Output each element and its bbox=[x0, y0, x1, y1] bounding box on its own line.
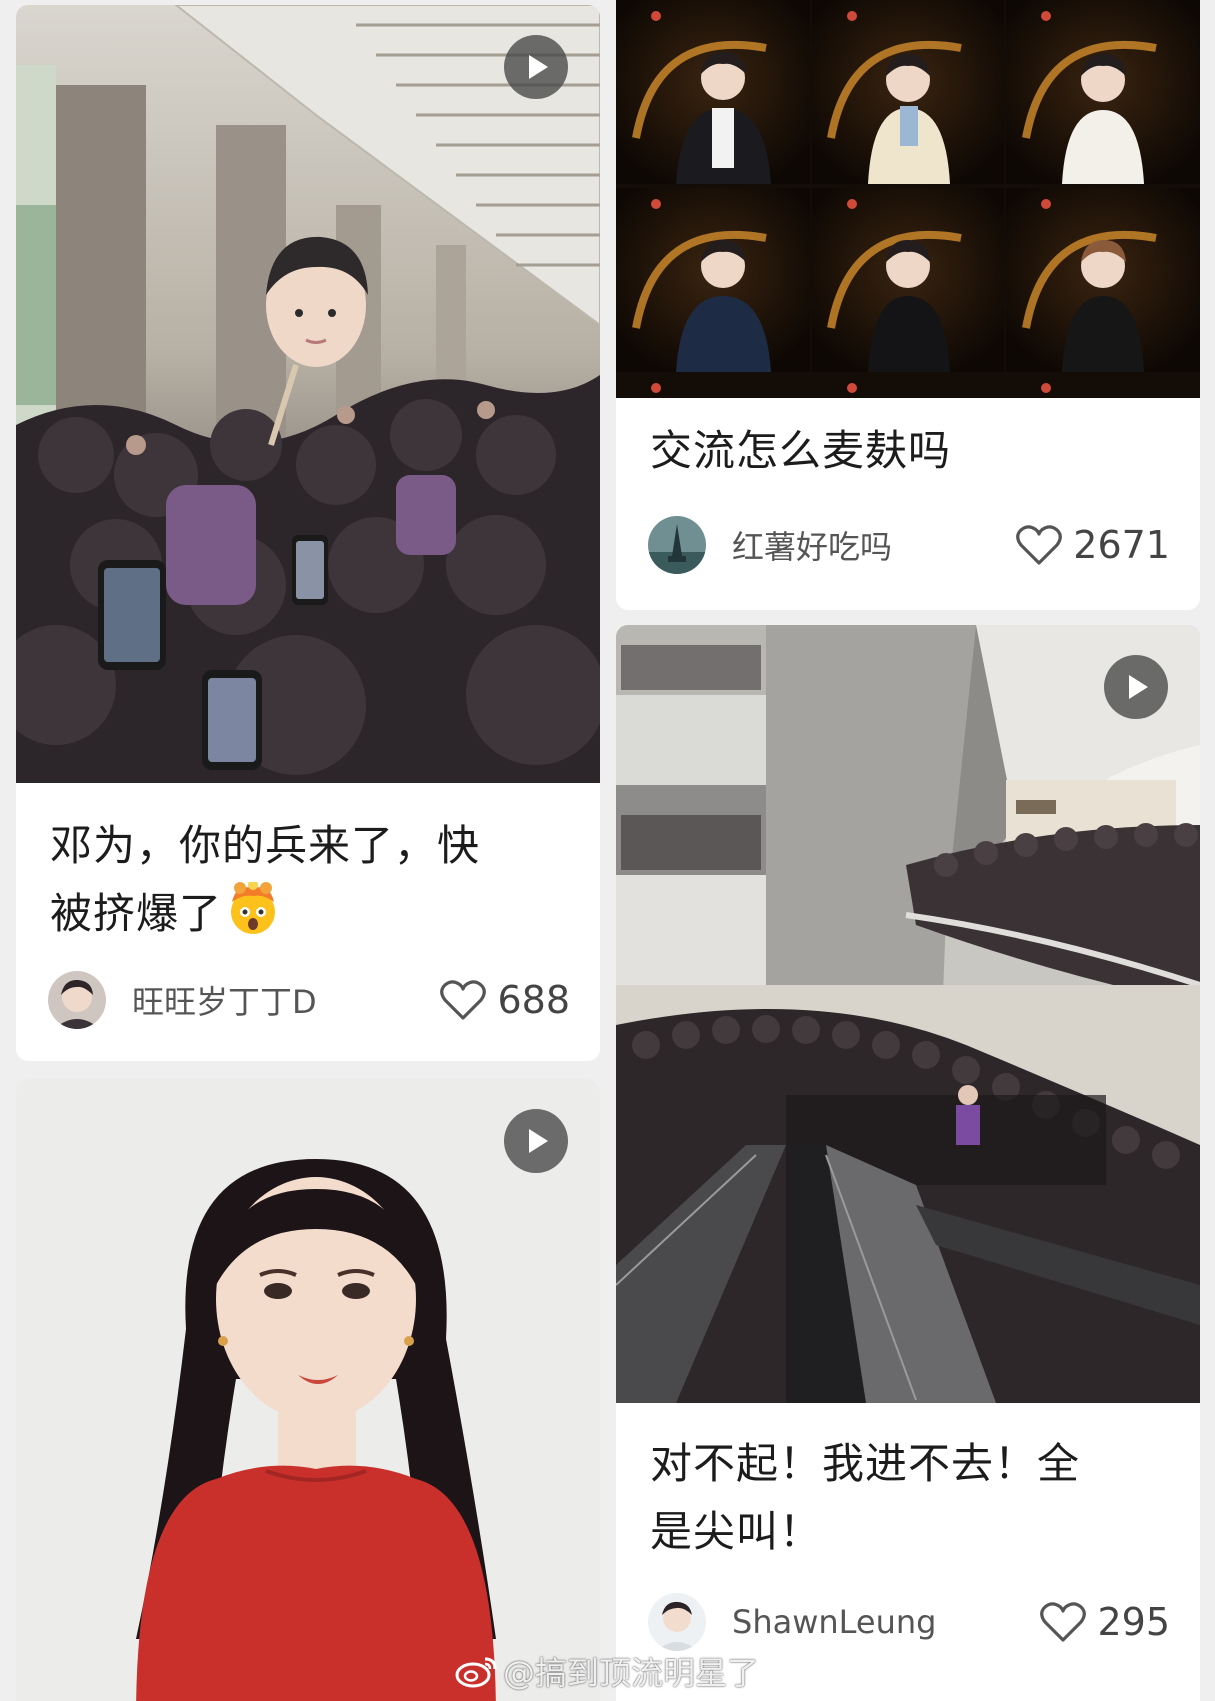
post-meta: 红薯好吃吗 2671 bbox=[648, 515, 1170, 575]
like-count: 295 bbox=[1097, 1600, 1170, 1644]
username[interactable]: ShawnLeung bbox=[732, 1603, 1039, 1641]
like-count: 2671 bbox=[1073, 523, 1170, 567]
play-icon bbox=[529, 1129, 548, 1153]
like-button[interactable]: 688 bbox=[439, 978, 570, 1022]
like-count: 688 bbox=[497, 978, 570, 1022]
post-card-4[interactable]: 对不起！我进不去！全 是尖叫！ ShawnLeung 295 bbox=[616, 625, 1200, 1701]
play-button[interactable] bbox=[1104, 655, 1168, 719]
post-title[interactable]: 交流怎么麦麸吗 bbox=[650, 417, 1170, 485]
like-button[interactable]: 2671 bbox=[1015, 523, 1170, 567]
post-title[interactable]: 邓为，你的兵来了，快 被挤爆了 bbox=[50, 812, 570, 948]
post-3-video-thumbnail[interactable] bbox=[16, 1079, 600, 1701]
post-title-line-2: 是尖叫！ bbox=[650, 1507, 823, 1556]
post-card-2[interactable]: 交流怎么麦麸吗 红薯好吃吗 2671 bbox=[616, 0, 1200, 610]
post-title-line-2: 被挤爆了 bbox=[50, 880, 570, 948]
post-meta: ShawnLeung 295 bbox=[648, 1592, 1170, 1652]
avatar[interactable] bbox=[648, 516, 706, 574]
post-title-line-2-text: 被挤爆了 bbox=[50, 889, 223, 938]
weibo-logo-icon bbox=[455, 1657, 497, 1688]
avatar[interactable] bbox=[648, 1593, 706, 1651]
username[interactable]: 红薯好吃吗 bbox=[732, 522, 1015, 568]
watermark: @搞到顶流明星了 bbox=[455, 1648, 759, 1694]
post-title-line-1: 邓为，你的兵来了，快 bbox=[50, 821, 481, 870]
play-icon bbox=[1129, 675, 1148, 699]
username[interactable]: 旺旺岁丁丁D bbox=[132, 977, 439, 1023]
avatar[interactable] bbox=[48, 971, 106, 1029]
heart-icon bbox=[1040, 1602, 1087, 1642]
heart-icon bbox=[1016, 525, 1063, 565]
play-button[interactable] bbox=[504, 35, 568, 99]
post-title[interactable]: 对不起！我进不去！全 是尖叫！ bbox=[650, 1430, 1170, 1566]
watermark-text: @搞到顶流明星了 bbox=[503, 1654, 760, 1692]
post-2-image[interactable] bbox=[616, 0, 1200, 398]
like-button[interactable]: 295 bbox=[1039, 1600, 1170, 1644]
post-feed: 邓为，你的兵来了，快 被挤爆了 旺旺岁丁丁D 688 交流怎么麦麸吗 红薯好吃吗… bbox=[0, 0, 1215, 1701]
post-title-line-1: 对不起！我进不去！全 bbox=[650, 1439, 1081, 1488]
play-icon bbox=[529, 55, 548, 79]
post-1-video-thumbnail[interactable] bbox=[16, 5, 600, 783]
post-4-video-thumbnail[interactable] bbox=[616, 625, 1200, 1403]
post-meta: 旺旺岁丁丁D 688 bbox=[48, 970, 570, 1030]
post-card-1[interactable]: 邓为，你的兵来了，快 被挤爆了 旺旺岁丁丁D 688 bbox=[16, 5, 600, 1061]
heart-icon bbox=[440, 980, 487, 1020]
post-card-3[interactable] bbox=[16, 1079, 600, 1701]
play-button[interactable] bbox=[504, 1109, 568, 1173]
exploding-head-emoji-icon bbox=[231, 882, 276, 934]
